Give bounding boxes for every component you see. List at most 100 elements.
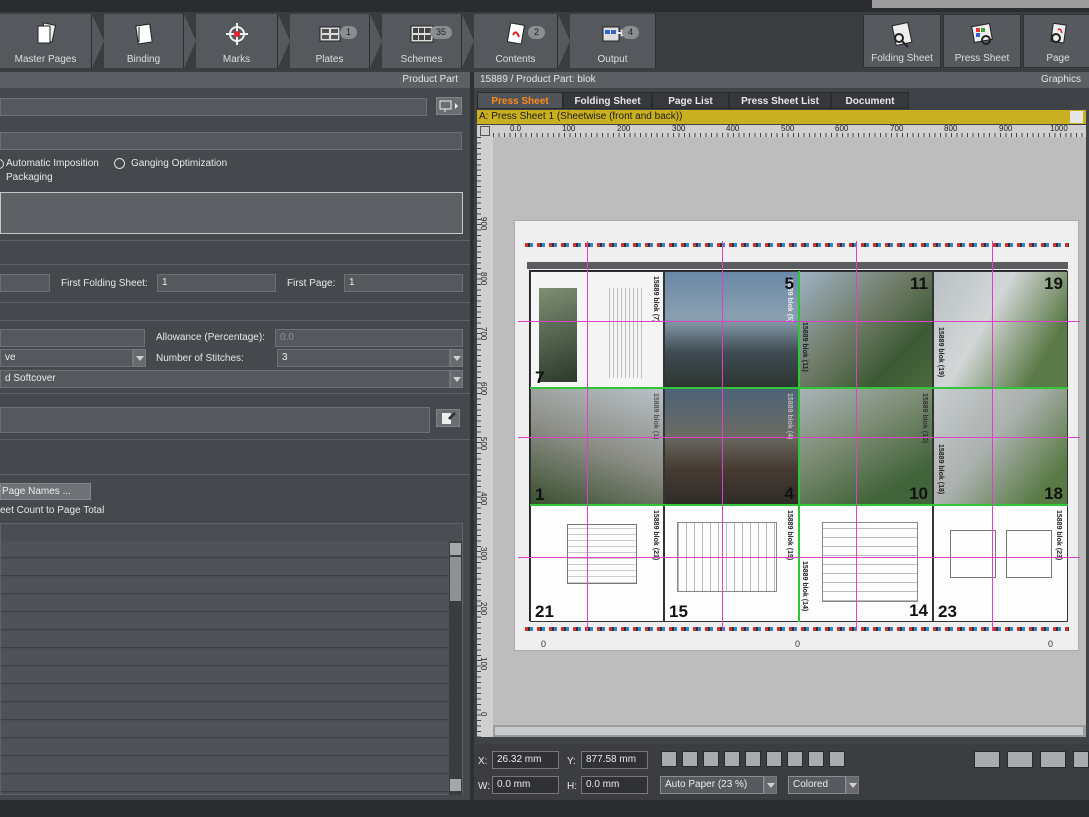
register-mark-line (992, 241, 993, 631)
scroll-up-arrow-icon[interactable] (450, 543, 461, 555)
allowance-field[interactable]: 0.0 (275, 329, 463, 347)
page-cell-15[interactable]: 15889 blok (15) 15 (664, 505, 799, 622)
page-floorplan (950, 530, 996, 578)
x-coordinate-field[interactable]: 26.32 mm (492, 751, 559, 769)
height-field[interactable]: 0.0 mm (581, 776, 648, 794)
select-arrow-icon[interactable] (661, 751, 677, 767)
template-field[interactable] (0, 407, 430, 433)
description-field[interactable] (0, 132, 462, 150)
screen-select-button[interactable] (436, 97, 462, 115)
press-sheet-icon (971, 22, 993, 45)
edit-template-button[interactable] (436, 409, 460, 427)
swap-icon[interactable] (1040, 751, 1066, 768)
radio-ganging-optimization[interactable] (114, 158, 125, 169)
tab-folding-sheet[interactable]: Folding Sheet (563, 92, 652, 109)
table-row[interactable] (1, 685, 449, 702)
table-row[interactable] (1, 739, 449, 756)
table-row[interactable] (1, 631, 449, 648)
measure-icon[interactable] (829, 751, 845, 767)
table-row[interactable] (1, 559, 449, 576)
table-row[interactable] (1, 721, 449, 738)
select-box-icon[interactable] (682, 751, 698, 767)
page-cell-18[interactable]: 15889 blok (18) 18 (933, 388, 1068, 505)
first-folding-sheet-field[interactable]: 1 (157, 274, 276, 292)
name-field[interactable] (0, 98, 427, 116)
view-folding-sheet-button[interactable]: Folding Sheet (863, 14, 941, 68)
workflow-step-output[interactable]: 4 Output (570, 14, 656, 68)
workflow-step-master-pages[interactable]: Master Pages (0, 14, 92, 68)
tab-press-sheet-list[interactable]: Press Sheet List (729, 92, 831, 109)
keyboard-icon[interactable] (974, 751, 1000, 768)
settings-icon[interactable] (1073, 751, 1089, 768)
table-row[interactable] (1, 775, 449, 792)
distribute-icon[interactable] (787, 751, 803, 767)
zoom-select[interactable]: Auto Paper (23 %) (660, 776, 764, 794)
scrollbar-thumb[interactable] (495, 727, 1083, 735)
page-cell-21[interactable]: 15889 blok (21) 21 (530, 505, 664, 622)
allowance-value-field[interactable] (0, 329, 145, 347)
page-icon (1050, 22, 1067, 44)
table-row[interactable] (1, 613, 449, 630)
page-cell-5[interactable]: 15889 blok (5) 5 (664, 271, 799, 388)
chevron-down-icon[interactable] (764, 776, 777, 794)
crop-icon[interactable] (766, 751, 782, 767)
page-cell-4[interactable]: 15889 blok (4) 4 (664, 388, 799, 505)
notes-textarea[interactable] (0, 192, 463, 234)
link-icon[interactable] (1007, 751, 1033, 768)
sheet-selector-bar[interactable]: A: Press Sheet 1 (Sheetwise (front and b… (477, 110, 1086, 124)
page-cell-1[interactable]: 1 15889 blok (1) (530, 388, 664, 505)
workflow-step-schemes[interactable]: 35 Schemes (382, 14, 462, 68)
sheet-expand-icon[interactable] (1070, 111, 1083, 123)
view-page-button[interactable]: Page (1023, 14, 1089, 68)
table-row[interactable] (1, 667, 449, 684)
hand-pan-icon[interactable] (724, 751, 740, 767)
binding-method-select[interactable]: ve (0, 349, 133, 367)
table-row[interactable] (1, 577, 449, 594)
fit-page-icon[interactable] (745, 751, 761, 767)
page-cell-11[interactable]: 15889 blok (11) 11 (799, 271, 933, 388)
radio-automatic-imposition[interactable] (0, 159, 4, 169)
workflow-step-marks[interactable]: Marks (196, 14, 278, 68)
press-sheet-canvas[interactable]: 0 0 0 15889 blok (7) 7 15889 blok (5) 5 … (493, 137, 1086, 737)
view-press-sheet-button[interactable]: Press Sheet (943, 14, 1021, 68)
workflow-step-contents[interactable]: 2 Contents (474, 14, 558, 68)
width-field[interactable]: 0.0 mm (492, 776, 559, 794)
color-mode-select[interactable]: Colored (788, 776, 846, 794)
ruler-origin-icon[interactable] (480, 126, 490, 136)
scroll-down-arrow-icon[interactable] (450, 779, 461, 791)
pen-icon[interactable] (808, 751, 824, 767)
sheet-count-checkbox-label[interactable]: eet Count to Page Total (0, 505, 104, 516)
table-row[interactable] (1, 595, 449, 612)
workflow-step-plates[interactable]: 1 Plates (290, 14, 370, 68)
automatic-imposition-label: Automatic Imposition (6, 158, 99, 169)
page-cell-14[interactable]: 15889 blok (14) 14 (799, 505, 933, 622)
table-row[interactable] (1, 649, 449, 666)
chevron-down-icon[interactable] (450, 370, 463, 388)
cover-type-select[interactable]: d Softcover (0, 370, 450, 388)
tab-press-sheet[interactable]: Press Sheet (477, 92, 563, 109)
table-row[interactable] (1, 541, 449, 558)
chevron-down-icon[interactable] (133, 349, 146, 367)
folding-count-field[interactable] (0, 274, 50, 292)
page-cell-19[interactable]: 15889 blok (19) 19 (933, 271, 1068, 388)
page-cell-10[interactable]: 15889 blok (10) 10 (799, 388, 933, 505)
chevron-down-icon[interactable] (450, 349, 463, 367)
page-cell-7[interactable]: 15889 blok (7) 7 (530, 271, 664, 388)
tab-page-list[interactable]: Page List (652, 92, 729, 109)
chevron-down-icon[interactable] (846, 776, 859, 794)
page-names-button[interactable]: Page Names ... (0, 483, 91, 500)
canvas-hscrollbar[interactable] (493, 725, 1086, 737)
page-grid[interactable]: 15889 blok (7) 7 15889 blok (5) 5 15889 … (518, 241, 1080, 631)
tab-document[interactable]: Document (831, 92, 909, 109)
stitches-select[interactable]: 3 (277, 349, 450, 367)
workflow-step-binding[interactable]: Binding (104, 14, 184, 68)
table-row[interactable] (1, 757, 449, 774)
zoom-icon[interactable] (703, 751, 719, 767)
scrollbar-thumb[interactable] (450, 557, 461, 601)
page-cell-23[interactable]: 15889 blok (23) 23 (933, 505, 1068, 622)
table-row[interactable] (1, 703, 449, 720)
first-page-field[interactable]: 1 (344, 274, 463, 292)
table-scrollbar[interactable] (449, 541, 462, 795)
press-sheet[interactable]: 0 0 0 15889 blok (7) 7 15889 blok (5) 5 … (514, 220, 1080, 651)
y-coordinate-field[interactable]: 877.58 mm (581, 751, 648, 769)
